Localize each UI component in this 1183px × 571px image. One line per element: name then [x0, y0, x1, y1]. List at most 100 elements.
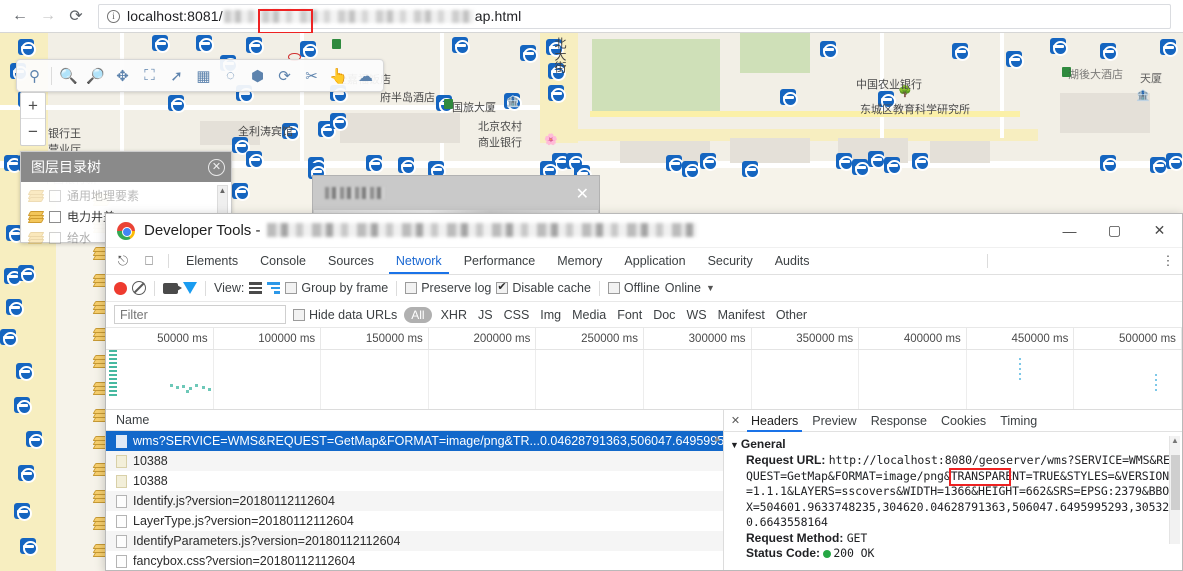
table-row[interactable]: IdentifyParameters.js?version=2018011211… — [106, 531, 723, 551]
map-poi-marker[interactable] — [548, 85, 566, 103]
tab-timing[interactable]: Timing — [993, 410, 1044, 432]
map-poi-marker[interactable] — [6, 299, 24, 317]
filter-type-js[interactable]: JS — [476, 308, 495, 322]
preserve-log-toggle[interactable]: Preserve log — [405, 281, 491, 295]
map-poi-marker[interactable] — [18, 265, 36, 283]
table-row[interactable]: 10388 — [106, 451, 723, 471]
details-scrollbar[interactable]: ▲ — [1169, 436, 1180, 544]
filter-type-ws[interactable]: WS — [684, 308, 708, 322]
network-toolbar[interactable]: View: Group by frame Preserve log Disabl… — [106, 275, 1182, 302]
filter-type-img[interactable]: Img — [538, 308, 563, 322]
zoom-in-button[interactable]: + — [21, 93, 45, 119]
network-filter-bar[interactable]: Hide data URLs All XHR JS CSS Img Media … — [106, 302, 1182, 328]
identify-tool-icon[interactable]: 👆 — [326, 63, 351, 88]
device-toolbar-icon[interactable]: ⎕ — [136, 248, 162, 274]
map-poi-marker[interactable] — [330, 113, 348, 131]
clear-tool-icon[interactable]: ◌ — [218, 63, 243, 88]
map-poi-marker[interactable] — [1160, 39, 1178, 57]
map-poi-marker[interactable] — [682, 161, 700, 179]
group-by-frame-toggle[interactable]: Group by frame — [285, 281, 388, 295]
request-name-column-header[interactable]: Name — [106, 410, 723, 431]
map-toolbar[interactable]: ⚲ 🔍 🔎 ✥ ⛶ ➚ ▦ ◌ ⬢ ⟳ ✂ 👆 ☁ — [16, 59, 384, 92]
map-poi-marker[interactable] — [452, 37, 470, 55]
map-poi-marker[interactable] — [232, 183, 250, 201]
map-green-marker[interactable] — [332, 39, 341, 49]
measure-area-tool-icon[interactable]: ▦ — [191, 63, 216, 88]
offline-toggle[interactable]: Offline — [607, 281, 660, 295]
clear-button[interactable] — [132, 281, 146, 295]
map-poi-marker[interactable] — [868, 151, 886, 169]
preserve-log-checkbox[interactable] — [405, 282, 418, 294]
map-poi-marker[interactable] — [18, 465, 36, 483]
map-poi-marker[interactable] — [232, 137, 250, 155]
triangle-down-icon[interactable]: ▼ — [730, 440, 739, 450]
map-poi-marker[interactable] — [1006, 51, 1024, 69]
filter-type-all[interactable]: All — [404, 306, 432, 323]
hide-data-urls-checkbox[interactable] — [293, 308, 305, 321]
layer-checkbox[interactable] — [49, 231, 61, 244]
tab-performance[interactable]: Performance — [453, 248, 547, 274]
layer-checkbox[interactable] — [49, 210, 61, 223]
inspect-element-icon[interactable]: ⎋ — [110, 248, 136, 274]
table-row[interactable]: Identify.js?version=20180112112604 — [106, 491, 723, 511]
capture-screenshots-icon[interactable] — [163, 282, 182, 294]
table-row[interactable]: LayerType.js?version=20180112112604 — [106, 511, 723, 531]
tab-audits[interactable]: Audits — [764, 248, 821, 274]
hide-data-urls-toggle[interactable]: Hide data URLs — [293, 308, 397, 322]
offline-checkbox[interactable] — [607, 282, 620, 294]
map-poi-marker[interactable] — [168, 95, 186, 113]
map-poi-marker[interactable] — [780, 89, 798, 107]
maximize-button[interactable]: ▢ — [1092, 214, 1137, 248]
map-poi-marker[interactable] — [14, 397, 32, 415]
request-details-pane[interactable]: ✕ Headers Preview Response Cookies Timin… — [724, 410, 1182, 570]
tab-sources[interactable]: Sources — [317, 248, 385, 274]
zoom-in-tool-icon[interactable]: 🔍 — [56, 63, 81, 88]
filter-type-css[interactable]: CSS — [502, 308, 532, 322]
close-details-icon[interactable]: ✕ — [727, 414, 744, 427]
filter-type-doc[interactable]: Doc — [651, 308, 677, 322]
more-options-icon[interactable]: ⋮ — [1154, 248, 1182, 274]
table-row[interactable]: 10388 — [106, 471, 723, 491]
details-tab-bar[interactable]: ✕ Headers Preview Response Cookies Timin… — [724, 410, 1182, 432]
throttling-value[interactable]: Online — [665, 281, 701, 295]
map-poi-marker[interactable] — [742, 161, 760, 179]
address-bar[interactable]: i localhost:8081/ap.html — [98, 3, 1171, 34]
map-poi-marker[interactable] — [1166, 153, 1183, 171]
tab-application[interactable]: Application — [613, 248, 696, 274]
details-scroll-up-icon[interactable]: ▲ — [1170, 436, 1180, 445]
close-button[interactable]: ✕ — [1137, 214, 1182, 248]
disable-cache-checkbox[interactable] — [496, 280, 509, 294]
zoom-out-button[interactable]: − — [21, 119, 45, 145]
map-poi-marker[interactable] — [836, 153, 854, 171]
map-poi-marker[interactable] — [666, 155, 684, 173]
pan-tool-icon[interactable]: ✥ — [110, 63, 135, 88]
map-poi-marker[interactable] — [196, 35, 214, 53]
chevron-down-icon[interactable]: ▼ — [706, 283, 715, 293]
map-poi-marker[interactable] — [152, 35, 170, 53]
filter-type-xhr[interactable]: XHR — [439, 308, 469, 322]
map-poi-marker[interactable] — [246, 151, 264, 169]
map-poi-marker[interactable] — [1050, 38, 1068, 56]
rotate-tool-icon[interactable]: ⟳ — [272, 63, 297, 88]
close-icon[interactable]: ✕ — [576, 184, 589, 204]
reload-icon[interactable]: ⟳ — [62, 2, 90, 30]
map-poi-marker[interactable] — [1150, 157, 1168, 175]
tab-console[interactable]: Console — [249, 248, 317, 274]
tab-cookies[interactable]: Cookies — [934, 410, 993, 432]
network-overview-graph[interactable] — [106, 350, 1182, 410]
cut-tool-icon[interactable]: ✂ — [299, 63, 324, 88]
devtools-tab-bar[interactable]: ⎋ ⎕ Elements Console Sources Network Per… — [106, 248, 1182, 275]
map-poi-marker[interactable] — [16, 363, 34, 381]
map-poi-marker[interactable] — [398, 157, 416, 175]
general-section-header[interactable]: ▼ General — [730, 437, 1174, 451]
map-poi-marker[interactable] — [366, 155, 384, 173]
list-view-icon[interactable] — [249, 282, 263, 294]
map-poi-marker[interactable] — [0, 329, 18, 347]
group-by-frame-checkbox[interactable] — [285, 282, 298, 294]
layer-tree-item[interactable]: 通用地理要素 — [27, 185, 223, 206]
filter-input[interactable] — [114, 305, 286, 324]
filter-icon[interactable] — [183, 282, 197, 294]
full-extent-tool-icon[interactable]: ⛶ — [137, 63, 162, 88]
filter-type-manifest[interactable]: Manifest — [716, 308, 767, 322]
tab-preview[interactable]: Preview — [805, 410, 863, 432]
